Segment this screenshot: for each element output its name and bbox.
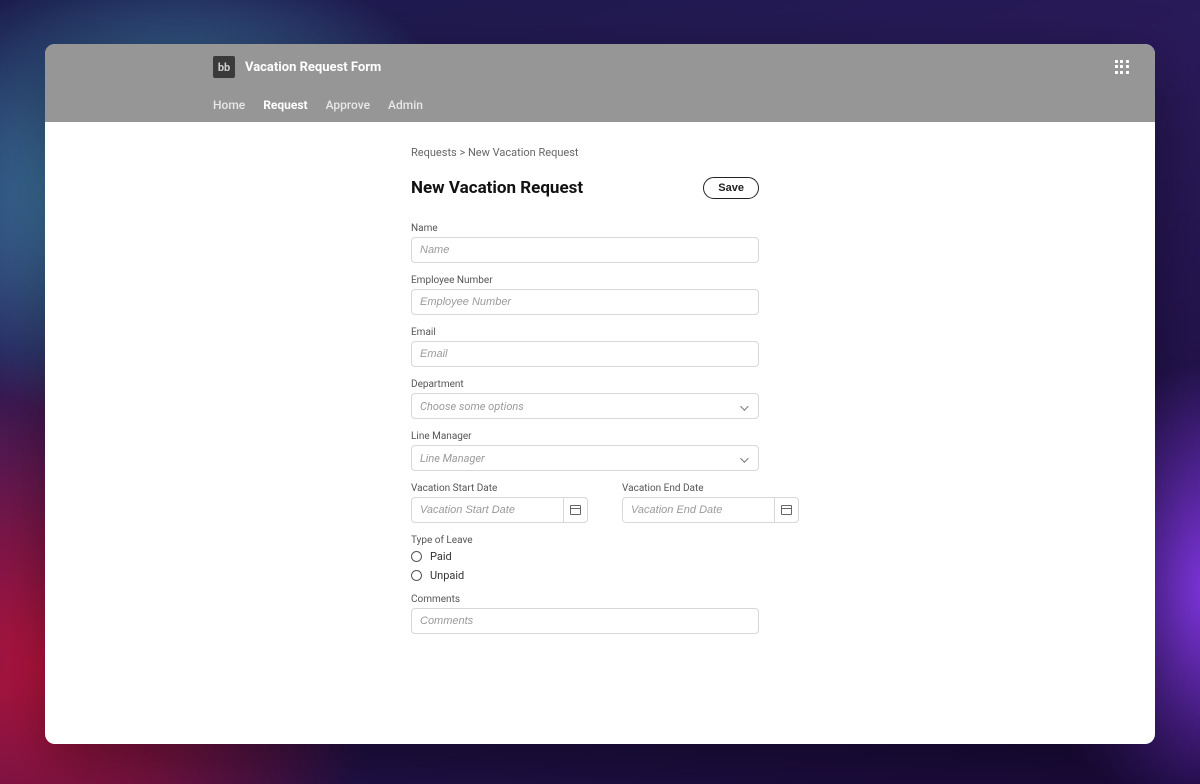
field-type-of-leave: Type of Leave Paid Unpaid (411, 535, 759, 582)
radio-label-paid: Paid (430, 550, 452, 563)
breadcrumb-separator: > (459, 146, 465, 159)
type-of-leave-radio-group: Paid Unpaid (411, 550, 759, 582)
save-button[interactable]: Save (703, 177, 759, 199)
field-employee-number: Employee Number (411, 275, 759, 315)
department-select[interactable]: Choose some options (411, 393, 759, 419)
field-vacation-start: Vacation Start Date (411, 483, 588, 523)
topbar: bb Vacation Request Form Home Request Ap… (45, 44, 1155, 122)
chevron-down-icon (740, 401, 750, 411)
logo-text: bb (218, 61, 230, 74)
email-input[interactable] (411, 341, 759, 367)
date-row: Vacation Start Date Vacation End Date (411, 483, 759, 523)
vacation-end-input-wrap (622, 497, 799, 523)
radio-unpaid[interactable]: Unpaid (411, 569, 759, 582)
nav-item-home[interactable]: Home (213, 98, 245, 112)
label-line-manager: Line Manager (411, 431, 759, 442)
field-name: Name (411, 223, 759, 263)
form-container: Requests > New Vacation Request New Vaca… (411, 146, 759, 646)
radio-paid[interactable]: Paid (411, 550, 759, 563)
apps-grid-icon[interactable] (1115, 60, 1129, 74)
nav-item-request[interactable]: Request (263, 98, 307, 112)
vacation-start-input-wrap (411, 497, 588, 523)
breadcrumb: Requests > New Vacation Request (411, 146, 759, 159)
page-header: New Vacation Request Save (411, 177, 759, 199)
field-vacation-end: Vacation End Date (622, 483, 799, 523)
nav-item-approve[interactable]: Approve (326, 98, 370, 112)
label-vacation-end: Vacation End Date (622, 483, 799, 494)
chevron-down-icon (740, 453, 750, 463)
radio-label-unpaid: Unpaid (430, 569, 464, 582)
nav-item-admin[interactable]: Admin (388, 98, 423, 112)
brand: bb Vacation Request Form (213, 56, 381, 78)
label-employee-number: Employee Number (411, 275, 759, 286)
vacation-end-calendar-button[interactable] (774, 498, 798, 522)
label-vacation-start: Vacation Start Date (411, 483, 588, 494)
name-input[interactable] (411, 237, 759, 263)
nav: Home Request Approve Admin (45, 98, 1155, 122)
label-type-of-leave: Type of Leave (411, 535, 759, 546)
app-title: Vacation Request Form (245, 60, 381, 75)
line-manager-placeholder: Line Manager (420, 452, 485, 465)
radio-circle-icon (411, 551, 422, 562)
field-department: Department Choose some options (411, 379, 759, 419)
vacation-start-calendar-button[interactable] (563, 498, 587, 522)
vacation-end-input[interactable] (631, 504, 774, 516)
breadcrumb-current: New Vacation Request (468, 146, 579, 159)
field-comments: Comments (411, 594, 759, 634)
app-window: bb Vacation Request Form Home Request Ap… (45, 44, 1155, 744)
label-comments: Comments (411, 594, 759, 605)
line-manager-select[interactable]: Line Manager (411, 445, 759, 471)
logo: bb (213, 56, 235, 78)
content: Requests > New Vacation Request New Vaca… (45, 122, 1155, 646)
field-line-manager: Line Manager Line Manager (411, 431, 759, 471)
breadcrumb-parent[interactable]: Requests (411, 146, 457, 159)
label-department: Department (411, 379, 759, 390)
comments-input[interactable] (411, 608, 759, 634)
radio-circle-icon (411, 570, 422, 581)
label-email: Email (411, 327, 759, 338)
page-title: New Vacation Request (411, 178, 583, 198)
calendar-icon (570, 505, 581, 515)
calendar-icon (781, 505, 792, 515)
employee-number-input[interactable] (411, 289, 759, 315)
department-placeholder: Choose some options (420, 400, 524, 413)
vacation-start-input[interactable] (420, 504, 563, 516)
field-email: Email (411, 327, 759, 367)
label-name: Name (411, 223, 759, 234)
topbar-row-brand: bb Vacation Request Form (45, 44, 1155, 78)
